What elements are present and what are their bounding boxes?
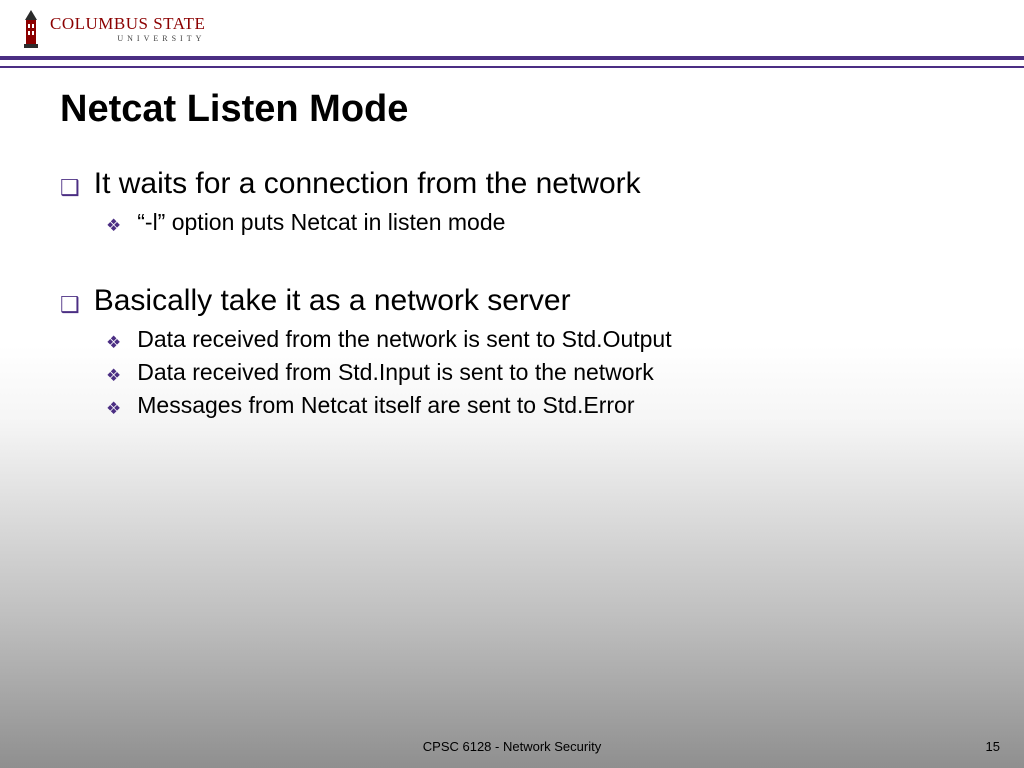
tower-icon [20, 10, 42, 48]
bullet-level2: ❖ Data received from the network is sent… [106, 324, 964, 355]
slide-title: Netcat Listen Mode [60, 88, 964, 131]
bullet-text: Data received from the network is sent t… [137, 324, 671, 355]
diamond-bullet-icon: ❖ [106, 332, 121, 355]
diamond-bullet-icon: ❖ [106, 398, 121, 421]
bullet-level1: ❑ Basically take it as a network server [60, 284, 964, 318]
logo-title: COLUMBUS STATE [50, 14, 205, 33]
bullet-level2: ❖ Messages from Netcat itself are sent t… [106, 390, 964, 421]
logo-text: COLUMBUS STATE UNIVERSITY [50, 15, 205, 43]
logo-subtitle: UNIVERSITY [50, 35, 205, 43]
square-bullet-icon: ❑ [60, 292, 80, 318]
slide: COLUMBUS STATE UNIVERSITY Netcat Listen … [0, 0, 1024, 768]
square-bullet-icon: ❑ [60, 175, 80, 201]
bullet-text: Messages from Netcat itself are sent to … [137, 390, 634, 421]
bullet-text: Data received from Std.Input is sent to … [137, 357, 653, 388]
bullet-text: It waits for a connection from the netwo… [94, 167, 641, 201]
slide-footer: CPSC 6128 - Network Security [0, 739, 1024, 754]
spacer [60, 240, 964, 284]
bullet-level2: ❖ Data received from Std.Input is sent t… [106, 357, 964, 388]
slide-content: Netcat Listen Mode ❑ It waits for a conn… [0, 60, 1024, 421]
university-logo: COLUMBUS STATE UNIVERSITY [20, 10, 1004, 48]
diamond-bullet-icon: ❖ [106, 365, 121, 388]
bullet-list: ❑ It waits for a connection from the net… [60, 167, 964, 421]
bullet-level1: ❑ It waits for a connection from the net… [60, 167, 964, 201]
bullet-text: Basically take it as a network server [94, 284, 571, 318]
header-bar: COLUMBUS STATE UNIVERSITY [0, 0, 1024, 60]
bullet-level2: ❖ “-l” option puts Netcat in listen mode [106, 207, 964, 238]
page-number: 15 [986, 739, 1000, 754]
bullet-text: “-l” option puts Netcat in listen mode [137, 207, 505, 238]
diamond-bullet-icon: ❖ [106, 215, 121, 238]
